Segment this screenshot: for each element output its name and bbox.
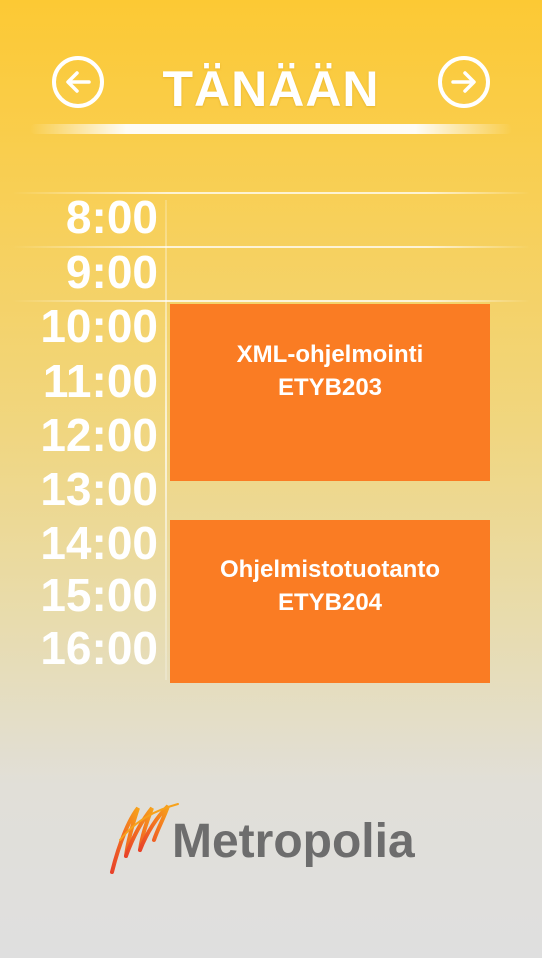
time-divider	[165, 200, 167, 680]
next-day-button[interactable]	[438, 56, 490, 108]
event-name: Ohjelmistotuotanto	[220, 555, 440, 583]
hour-label: 9:00	[65, 246, 158, 298]
header: TÄNÄÄN	[0, 0, 542, 140]
event-code: ETYB204	[277, 588, 383, 616]
event-code: ETYB203	[277, 373, 383, 401]
event-name: XML-ohjelmointi	[236, 340, 424, 368]
hour-label: 10:00	[40, 300, 158, 352]
hour-label: 14:00	[40, 517, 158, 569]
hour-label: 16:00	[40, 622, 158, 674]
hour-label: 11:00	[42, 355, 158, 407]
metropolia-logo: Metropolia	[106, 800, 436, 880]
metropolia-logo-icon	[110, 803, 179, 874]
event-block[interactable]: XML-ohjelmointi ETYB203	[170, 304, 490, 481]
hour-label: 15:00	[40, 569, 158, 621]
hour-label: 13:00	[40, 463, 158, 515]
event-block[interactable]: Ohjelmistotuotanto ETYB204	[170, 520, 490, 683]
hour-label: 8:00	[65, 191, 158, 243]
arrow-right-icon	[451, 71, 476, 93]
hour-label: 12:00	[40, 409, 158, 461]
logo-text: Metropolia	[172, 815, 415, 868]
title-underline	[30, 124, 512, 134]
